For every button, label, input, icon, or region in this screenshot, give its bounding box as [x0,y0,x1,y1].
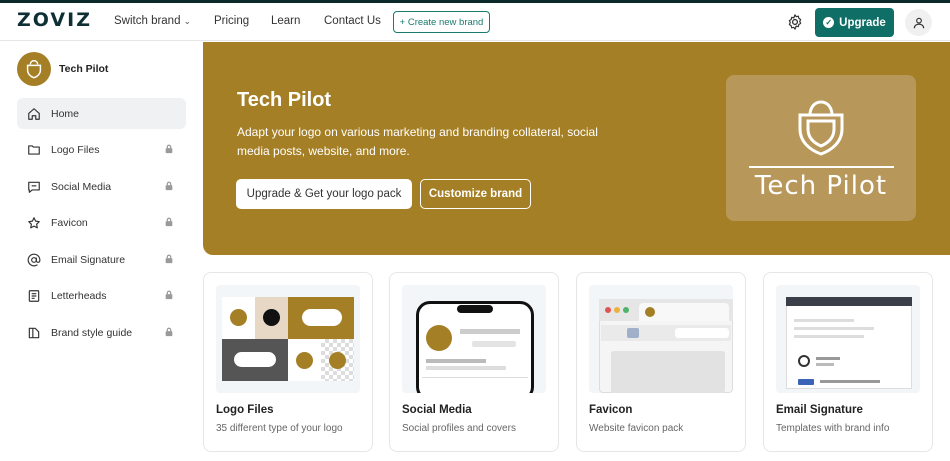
lock-icon [164,290,174,300]
current-brand[interactable]: Tech Pilot [17,52,108,86]
lock-icon [164,254,174,264]
shield-bag-icon [798,100,844,156]
user-icon [913,17,924,28]
lock-icon [164,181,174,191]
hero-title: Tech Pilot [237,89,332,111]
upgrade-button[interactable]: ✓ Upgrade [815,8,894,37]
user-account-button[interactable] [905,9,932,36]
sidebar-item-email-signature[interactable]: Email Signature [17,244,186,275]
card-title: Social Media [402,404,472,416]
preview-brand-name: Tech Pilot [754,171,888,201]
lock-icon [164,144,174,154]
nav-pricing[interactable]: Pricing [214,15,249,27]
chevron-down-icon: ⌄ [183,16,192,26]
sidebar-item-label: Home [51,107,80,120]
nav-learn[interactable]: Learn [271,15,300,27]
top-navbar: ZOVIZ Switch brand ⌄ Pricing Learn Contac… [0,3,950,41]
gear-icon[interactable] [786,13,804,31]
email-signature-thumbnail [776,285,920,393]
create-new-brand-label: + Create new brand [399,16,484,28]
card-title: Logo Files [216,404,274,416]
lock-icon [164,327,174,337]
card-title: Email Signature [776,404,863,416]
book-icon [27,326,41,340]
card-email-signature[interactable]: Email Signature Templates with brand inf… [763,272,933,452]
card-logo-files[interactable]: Logo Files 35 different type of your log… [203,272,373,452]
sidebar-item-label: Email Signature [51,253,126,266]
document-icon [27,289,41,303]
social-media-thumbnail [402,285,546,393]
upgrade-logo-pack-button[interactable]: Upgrade & Get your logo pack [236,179,412,209]
brand-avatar [17,52,51,86]
chat-icon [27,180,41,194]
sidebar-item-label: Favicon [51,216,88,229]
brand-name: Tech Pilot [59,63,109,75]
upgrade-label: Upgrade [839,16,886,29]
customize-brand-button[interactable]: Customize brand [420,179,531,209]
nav-contact[interactable]: Contact Us [324,15,381,27]
logo-preview: Tech Pilot [726,75,916,221]
sidebar-item-logo-files[interactable]: Logo Files [17,134,186,165]
sidebar-item-letterheads[interactable]: Letterheads [17,280,186,311]
folder-icon [27,143,41,157]
star-icon [27,216,41,230]
card-title: Favicon [589,404,633,416]
card-subtitle: Website favicon pack [589,423,684,434]
card-favicon[interactable]: Favicon Website favicon pack [576,272,746,452]
at-icon [27,253,41,267]
sidebar-item-favicon[interactable]: Favicon [17,207,186,238]
sidebar: Tech Pilot Home Logo Files Social Media … [0,42,200,461]
sidebar-item-brand-style-guide[interactable]: Brand style guide [17,317,186,348]
sidebar-item-label: Social Media [51,180,112,193]
switch-brand-label: Switch brand [114,15,181,27]
verified-icon: ✓ [823,17,835,28]
hero-description: Adapt your logo on various marketing and… [237,125,598,158]
card-subtitle: 35 different type of your logo [216,423,343,434]
preview-divider [749,166,894,168]
hero-banner: Tech Pilot Adapt your logo on various ma… [203,42,950,255]
home-icon [27,107,41,121]
sidebar-item-social-media[interactable]: Social Media [17,171,186,202]
sidebar-item-home[interactable]: Home [17,98,186,129]
switch-brand-dropdown[interactable]: Switch brand ⌄ [114,15,191,27]
sidebar-item-label: Logo Files [51,143,100,156]
favicon-thumbnail [589,285,733,393]
card-subtitle: Templates with brand info [776,423,890,434]
sidebar-item-label: Brand style guide [51,326,133,339]
card-social-media[interactable]: Social Media Social profiles and covers [389,272,559,452]
lock-icon [164,217,174,227]
card-subtitle: Social profiles and covers [402,423,516,434]
logo-files-thumbnail [216,285,360,393]
create-new-brand-button[interactable]: + Create new brand [393,11,490,33]
sidebar-item-label: Letterheads [51,289,107,302]
zoviz-logo[interactable]: ZOVIZ [17,9,92,31]
